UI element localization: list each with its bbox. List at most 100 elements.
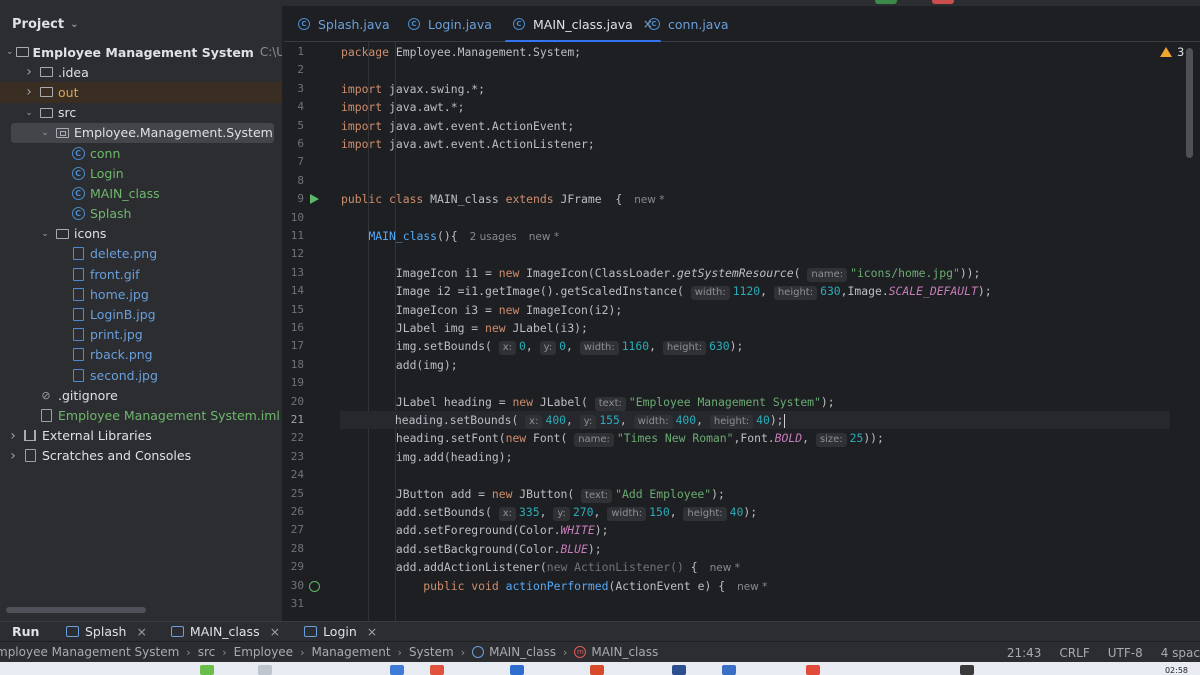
code-line[interactable]: import java.awt.event.ActionListener; bbox=[341, 135, 595, 153]
code-line[interactable]: JLabel img = new JLabel(i3); bbox=[341, 319, 588, 337]
override-icon[interactable] bbox=[309, 580, 320, 592]
tab-conn-java[interactable]: Cconn.java bbox=[648, 6, 729, 42]
breadcrumb-item[interactable]: MAIN_class bbox=[472, 645, 556, 659]
tab-main_class-java[interactable]: C MAIN_class.java × bbox=[505, 6, 661, 43]
code-editor[interactable]: package Employee.Management.System; impor… bbox=[340, 42, 1200, 621]
taskbar-app-icon[interactable] bbox=[510, 665, 524, 675]
chevron-down-icon[interactable]: ⌄ bbox=[6, 47, 14, 57]
code-line[interactable]: package Employee.Management.System; bbox=[341, 43, 581, 61]
run-tab-main_class[interactable]: MAIN_class × bbox=[170, 624, 280, 639]
chevron-down-icon[interactable]: ⌄ bbox=[70, 19, 78, 30]
tree-item[interactable]: LoginB.jpg bbox=[0, 304, 282, 324]
code-vision-hint[interactable]: new * bbox=[634, 194, 664, 206]
tree-item[interactable]: second.jpg bbox=[0, 365, 282, 385]
tree-item[interactable]: › External Libraries bbox=[0, 426, 282, 446]
code-line[interactable]: heading.setBounds( x: 400, y: 155, width: 4… bbox=[340, 411, 1170, 430]
image-file-icon-shape bbox=[72, 348, 84, 362]
tree-item[interactable]: Cconn bbox=[0, 143, 282, 163]
breadcrumb-item[interactable]: System bbox=[409, 645, 454, 659]
tree-item[interactable]: front.gif bbox=[0, 264, 282, 284]
breadcrumb-item[interactable]: Management bbox=[311, 645, 390, 659]
taskbar-app-icon[interactable] bbox=[258, 665, 272, 675]
code-vision-hint[interactable]: new * bbox=[710, 562, 740, 574]
project-panel-header[interactable]: Project ⌄ bbox=[0, 6, 282, 42]
chevron-right-icon[interactable]: › bbox=[6, 448, 20, 464]
horizontal-scrollbar[interactable] bbox=[6, 607, 146, 613]
tree-item[interactable]: ⊘ .gitignore bbox=[0, 385, 282, 405]
taskbar-app-icon[interactable] bbox=[390, 665, 404, 675]
code-vision-hint[interactable]: new * bbox=[737, 581, 767, 593]
vertical-scrollbar[interactable] bbox=[1186, 48, 1193, 158]
breadcrumb-item[interactable]: src bbox=[198, 645, 216, 659]
chevron-down-icon[interactable]: ⌄ bbox=[22, 108, 36, 118]
inspection-widget[interactable]: 3 bbox=[1160, 45, 1184, 59]
code-line[interactable]: JButton add = new JButton( text: "Add Emp… bbox=[341, 485, 725, 503]
chevron-right-icon[interactable]: › bbox=[22, 84, 36, 100]
run-tab-splash[interactable]: Splash × bbox=[66, 624, 147, 639]
chevron-right-icon[interactable]: › bbox=[22, 64, 36, 80]
tree-item[interactable]: C MAIN_class bbox=[0, 183, 282, 203]
code-line[interactable]: public class MAIN_class extends JFrame {… bbox=[341, 190, 664, 208]
code-line[interactable]: JLabel heading = new JLabel( text: "Emplo… bbox=[341, 393, 835, 411]
code-line[interactable]: ImageIcon i3 = new ImageIcon(i2); bbox=[341, 301, 622, 319]
close-icon[interactable]: × bbox=[367, 624, 377, 639]
code-line[interactable]: import java.awt.event.ActionEvent; bbox=[341, 117, 574, 135]
breadcrumb-item[interactable]: Employee bbox=[234, 645, 293, 659]
tree-item[interactable]: C Login bbox=[0, 163, 282, 183]
tree-item[interactable]: C Splash bbox=[0, 204, 282, 224]
breadcrumb-item[interactable]: m MAIN_class bbox=[574, 645, 658, 659]
code-line[interactable]: public void actionPerformed(ActionEvent … bbox=[341, 577, 767, 595]
tree-item[interactable]: › Scratches and Consoles bbox=[0, 446, 282, 466]
tree-item[interactable]: ⌄Employee Management SystemC:\Users\a bbox=[0, 42, 282, 62]
breadcrumb-item[interactable]: mployee Management System bbox=[0, 645, 179, 659]
code-line[interactable]: MAIN_class(){2 usages new * bbox=[341, 227, 559, 245]
code-line[interactable]: img.setBounds( x: 0, y: 0, width: 1160, hei… bbox=[341, 337, 743, 356]
taskbar-app-icon[interactable] bbox=[722, 665, 736, 675]
tab-splash-java[interactable]: C Splash.java bbox=[298, 6, 390, 42]
tree-item[interactable]: delete.png bbox=[0, 244, 282, 264]
tree-item[interactable]: › out bbox=[0, 82, 282, 103]
close-icon[interactable]: × bbox=[136, 624, 146, 639]
tree-item[interactable]: Employee Management System.iml bbox=[0, 405, 282, 425]
code-line[interactable]: import java.awt.*; bbox=[341, 98, 464, 116]
tree-item[interactable]: home.jpg bbox=[0, 284, 282, 304]
run-tab-login[interactable]: Login × bbox=[304, 624, 377, 639]
code-line[interactable]: heading.setFont(new Font( name: "Times Ne… bbox=[341, 429, 884, 448]
tree-item[interactable]: print.jpg bbox=[0, 325, 282, 345]
chevron-down-icon[interactable]: ⌄ bbox=[38, 128, 52, 138]
code-token: ); bbox=[820, 394, 835, 409]
code-line[interactable]: Image i2 =i1.getImage().getScaledInstanc… bbox=[341, 282, 992, 301]
code-line[interactable]: add.addActionListener(new ActionListener… bbox=[341, 558, 740, 576]
code-line[interactable]: import javax.swing.*; bbox=[341, 80, 485, 98]
tree-item[interactable]: › .idea bbox=[0, 62, 282, 82]
line-separator[interactable]: CRLF bbox=[1059, 646, 1089, 660]
tree-item[interactable]: rback.png bbox=[0, 345, 282, 365]
tree-item[interactable]: ⌄ src bbox=[0, 103, 282, 123]
run-label[interactable]: Run bbox=[12, 624, 56, 639]
code-vision-hint[interactable]: 2 usages bbox=[470, 231, 517, 243]
code-line[interactable]: add.setForeground(Color.WHITE); bbox=[341, 521, 609, 539]
taskbar-app-icon[interactable] bbox=[590, 665, 604, 675]
caret-position[interactable]: 21:43 bbox=[1007, 646, 1042, 660]
chevron-right-icon[interactable]: › bbox=[6, 428, 20, 444]
code-line[interactable]: add.setBackground(Color.BLUE); bbox=[341, 540, 602, 558]
code-line[interactable]: add(img); bbox=[341, 356, 458, 374]
tree-item[interactable]: ⌄ Employee.Management.System bbox=[11, 122, 274, 143]
code-line[interactable]: add.setBounds( x: 335, y: 270, width: 150, … bbox=[341, 503, 757, 521]
code-line[interactable]: img.add(heading); bbox=[341, 448, 513, 466]
indent-setting[interactable]: 4 spac bbox=[1161, 646, 1200, 660]
tab-login-java[interactable]: C Login.java bbox=[408, 6, 492, 42]
taskbar-app-icon[interactable] bbox=[960, 665, 974, 675]
taskbar-app-icon[interactable] bbox=[430, 665, 444, 675]
run-icon[interactable] bbox=[310, 194, 319, 205]
taskbar-app-icon[interactable] bbox=[806, 665, 820, 675]
file-encoding[interactable]: UTF-8 bbox=[1108, 646, 1143, 660]
chevron-down-icon[interactable]: ⌄ bbox=[38, 229, 52, 239]
close-icon[interactable]: × bbox=[270, 624, 280, 639]
code-line[interactable]: ImageIcon i1 = new ImageIcon(ClassLoader… bbox=[341, 264, 980, 282]
taskbar-app-icon[interactable] bbox=[200, 665, 214, 675]
tree-item[interactable]: ⌄ icons bbox=[0, 224, 282, 244]
code-vision-hint[interactable]: new * bbox=[529, 231, 559, 243]
taskbar-app-icon[interactable] bbox=[672, 665, 686, 675]
